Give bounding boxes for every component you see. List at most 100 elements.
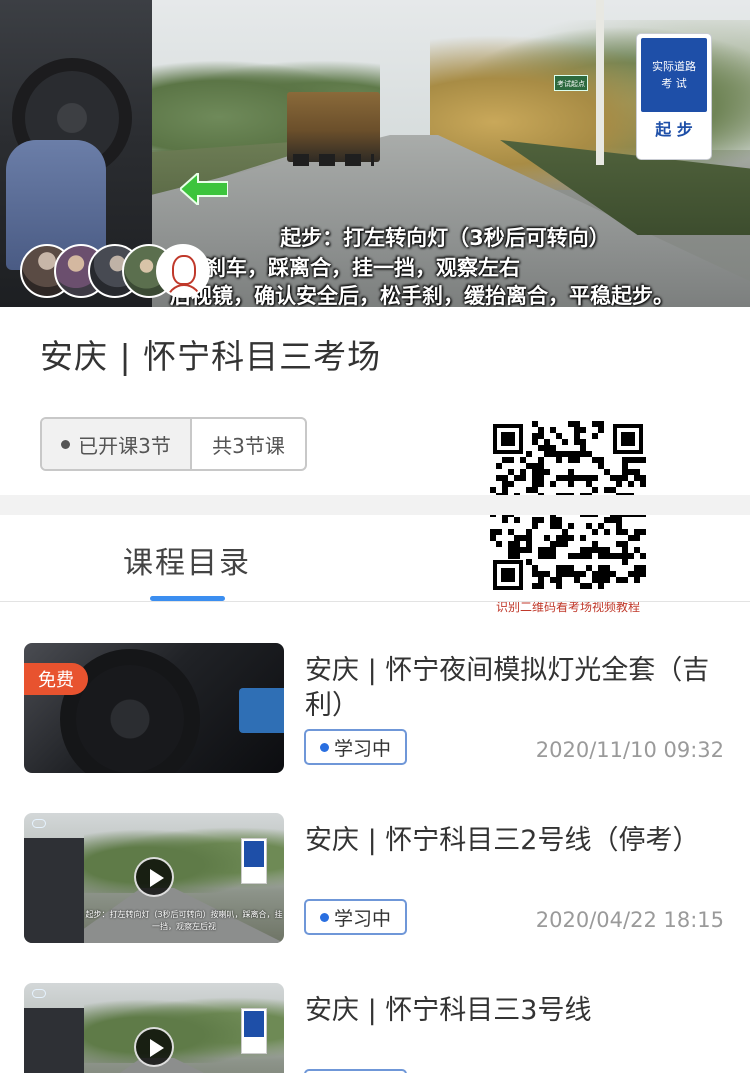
qr-module: [616, 541, 622, 547]
qr-module: [562, 535, 568, 541]
qr-module: [640, 553, 646, 559]
qr-module: [574, 421, 580, 427]
qr-module: [610, 487, 616, 493]
qr-module: [562, 571, 568, 577]
learner-avatars[interactable]: [20, 244, 210, 300]
qr-module: [574, 475, 580, 481]
qr-module: [622, 541, 628, 547]
lesson-title[interactable]: 安庆 | 怀宁夜间模拟灯光全套（吉利）: [305, 653, 735, 723]
qr-module: [544, 439, 550, 445]
qr-module: [580, 535, 586, 541]
qr-module: [568, 457, 574, 463]
qr-module: [520, 469, 526, 475]
qr-module: [508, 469, 514, 475]
opened-lessons-label: 已开课3节: [78, 433, 171, 458]
qr-module: [502, 487, 508, 493]
qr-module: [616, 517, 622, 523]
play-icon[interactable]: [134, 857, 174, 897]
qr-module: [550, 553, 556, 559]
lesson-title[interactable]: 安庆 | 怀宁科目三2号线（停考）: [305, 823, 735, 858]
qr-module: [556, 523, 562, 529]
qr-module: [538, 547, 544, 553]
person-icon: [172, 255, 196, 285]
qr-module: [598, 523, 604, 529]
qr-module: [502, 475, 508, 481]
qr-module: [592, 571, 598, 577]
qr-module: [496, 529, 502, 535]
qr-module: [568, 475, 574, 481]
qr-module: [616, 529, 622, 535]
qr-module: [580, 445, 586, 451]
qr-module: [508, 547, 514, 553]
qr-module: [592, 541, 598, 547]
qr-module: [604, 571, 610, 577]
qr-module: [502, 517, 508, 523]
qr-module: [550, 577, 556, 583]
qr-module: [532, 439, 538, 445]
qr-module: [574, 427, 580, 433]
qr-module: [514, 475, 520, 481]
qr-module: [538, 433, 544, 439]
list-item[interactable]: 安庆 | 怀宁科目三3号线: [0, 983, 750, 1073]
dot-icon: [61, 439, 71, 449]
qr-module: [556, 535, 562, 541]
qr-module: [574, 439, 580, 445]
qr-module: [520, 547, 526, 553]
tab-catalog[interactable]: 课程目录: [123, 538, 251, 582]
qr-module: [640, 481, 646, 487]
qr-module: [622, 529, 628, 535]
left-arrow-icon: [180, 173, 228, 205]
qr-module: [634, 535, 640, 541]
cloud-icon: [32, 819, 46, 828]
avatar[interactable]: [156, 244, 210, 298]
list-item[interactable]: 起步：打左转向灯（3秒后可转向）按喇叭，踩离合，挂一挡，观察左后视 安庆 | 怀…: [0, 813, 750, 973]
qr-module: [574, 451, 580, 457]
qr-module: [622, 553, 628, 559]
qr-module: [544, 535, 550, 541]
lesson-thumbnail[interactable]: [24, 983, 284, 1073]
qr-module: [496, 541, 502, 547]
qr-module: [604, 565, 610, 571]
qr-module: [598, 421, 604, 427]
play-icon[interactable]: [134, 1027, 174, 1067]
qr-module: [616, 553, 622, 559]
qr-module: [550, 523, 556, 529]
cloud-icon: [32, 989, 46, 998]
qr-module: [628, 469, 634, 475]
qr-module: [598, 553, 604, 559]
qr-module: [592, 547, 598, 553]
qr-module: [520, 535, 526, 541]
hero-video-banner[interactable]: 考试起点 实际道路 考 试 起 步 起步：打左转向灯（3秒后可转向） 按喇叭，踩…: [0, 0, 750, 307]
qr-module: [520, 475, 526, 481]
list-item[interactable]: 免费 安庆 | 怀宁夜间模拟灯光全套（吉利） 学习中 2020/11/10 09…: [0, 643, 750, 803]
qr-module: [550, 517, 556, 523]
lesson-thumbnail[interactable]: 免费: [24, 643, 284, 773]
qr-module: [538, 583, 544, 589]
dot-icon: [319, 742, 329, 752]
hero-small-sign: 考试起点: [554, 75, 588, 91]
qr-module: [598, 427, 604, 433]
qr-module: [592, 529, 598, 535]
qr-module: [598, 565, 604, 571]
thumbnail-caption: 起步：打左转向灯（3秒后可转向）按喇叭，踩离合，挂一挡，观察左后视: [85, 910, 283, 931]
qr-module: [616, 475, 622, 481]
qr-module: [550, 427, 556, 433]
lesson-date: 2020/04/22 18:15: [535, 908, 724, 932]
qr-module: [502, 481, 508, 487]
lesson-title[interactable]: 安庆 | 怀宁科目三3号线: [305, 993, 735, 1028]
qr-module: [490, 487, 496, 493]
qr-module: [586, 523, 592, 529]
qr-module: [556, 433, 562, 439]
qr-module: [550, 481, 556, 487]
lesson-thumbnail[interactable]: 起步：打左转向灯（3秒后可转向）按喇叭，踩离合，挂一挡，观察左后视: [24, 813, 284, 943]
qr-module: [538, 463, 544, 469]
qr-module: [532, 517, 538, 523]
qr-module: [598, 547, 604, 553]
qr-module: [610, 553, 616, 559]
qr-module: [622, 475, 628, 481]
qr-module: [568, 571, 574, 577]
qr-module: [580, 553, 586, 559]
qr-module: [568, 469, 574, 475]
qr-module: [556, 457, 562, 463]
qr-module: [640, 571, 646, 577]
